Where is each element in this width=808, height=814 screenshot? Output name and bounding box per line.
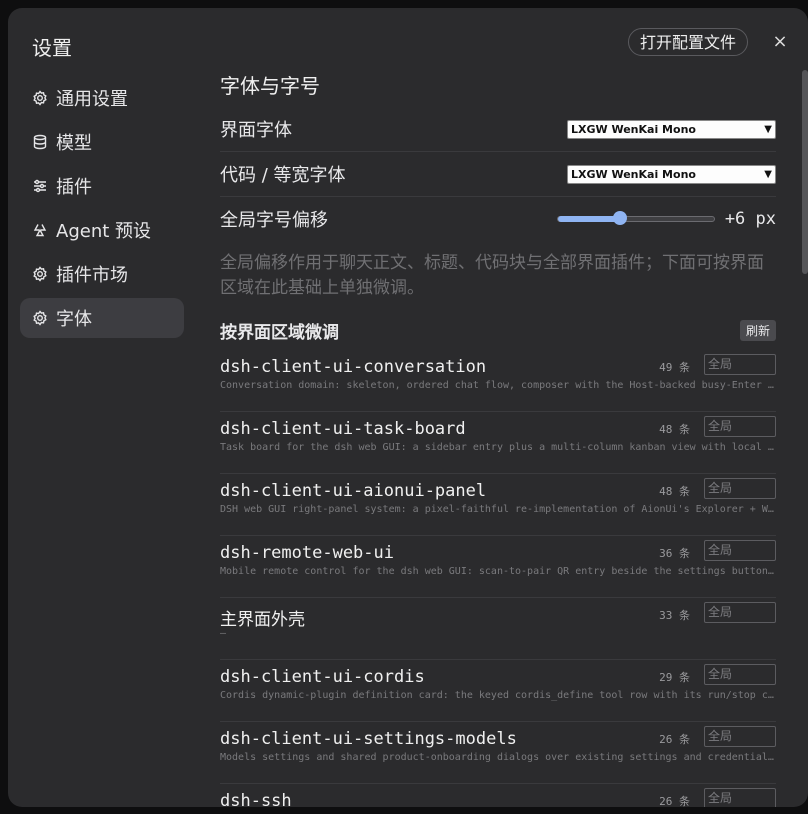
sidebar-item-label: Agent 预设 (56, 221, 152, 242)
plugin-offset-input[interactable]: 全局 (704, 788, 776, 807)
main-panel: 字体与字号 界面字体 LXGW WenKai Mono ▼ 代码 / 等宽字体 … (220, 64, 776, 807)
plugin-offset-input[interactable]: 全局 (704, 416, 776, 437)
section-title: 字体与字号 (220, 74, 320, 98)
plugin-row: dsh-remote-web-ui Mobile remote control f… (220, 537, 776, 598)
plugin-count: 29 条 (659, 671, 690, 684)
code-font-row: 代码 / 等宽字体 LXGW WenKai Mono ▼ (220, 152, 776, 197)
ui-font-row: 界面字体 LXGW WenKai Mono ▼ (220, 107, 776, 152)
plugin-row: dsh-ssh 26 条 全局 (220, 785, 776, 807)
offset-label: 全局字号偏移 (220, 210, 328, 231)
plugin-count: 33 条 (659, 609, 690, 622)
plugin-row: dsh-client-ui-cordis Cordis dynamic-plugi… (220, 661, 776, 722)
offset-row: 全局字号偏移 +6 px (220, 197, 776, 241)
slider-thumb[interactable] (613, 211, 628, 225)
plugin-count: 49 条 (659, 361, 690, 374)
plugin-row: 主界面外壳 — 33 条 全局 (220, 599, 776, 660)
plugin-offset-input[interactable]: 全局 (704, 478, 776, 499)
close-icon[interactable]: × (770, 32, 790, 52)
plugin-count: 26 条 (659, 795, 690, 807)
offset-description: 全局偏移作用于聊天正文、标题、代码块与全部界面插件；下面可按界面区域在此基础上单… (220, 253, 764, 298)
plugin-description: Task board for the dsh web GUI: a sideba… (220, 442, 776, 453)
sidebar: 通用设置 模型 插件 Agent 预设 插件市场 字体 (20, 78, 184, 342)
plugin-offset-input[interactable]: 全局 (704, 602, 776, 623)
plugin-description: Models settings and shared product-onboa… (220, 752, 776, 763)
plugin-name: dsh-client-ui-cordis (220, 667, 425, 687)
plugin-row: dsh-client-ui-task-board Task board for t… (220, 413, 776, 474)
ui-font-value: LXGW WenKai Mono (571, 122, 696, 136)
open-config-button[interactable]: 打开配置文件 (628, 28, 749, 56)
code-font-value: LXGW WenKai Mono (571, 167, 696, 181)
slider-fill (557, 216, 621, 222)
sidebar-item-fonts[interactable]: 字体 (20, 298, 184, 338)
ui-font-label: 界面字体 (220, 120, 292, 141)
chevron-down-icon: ▼ (764, 168, 772, 180)
code-font-select[interactable]: LXGW WenKai Mono ▼ (567, 164, 776, 184)
plugin-count: 48 条 (659, 485, 690, 498)
gear-icon (32, 310, 48, 326)
plugin-name: dsh-client-ui-task-board (220, 419, 466, 439)
plugin-count: 36 条 (659, 547, 690, 560)
chevron-down-icon: ▼ (764, 123, 772, 135)
offset-slider[interactable] (556, 211, 715, 225)
sidebar-item-label: 字体 (56, 309, 92, 330)
recycle-icon (32, 222, 48, 238)
plugin-description: DSH web GUI right-panel system: a pixel-… (220, 504, 776, 515)
code-font-label: 代码 / 等宽字体 (220, 165, 346, 186)
plugin-offset-input[interactable]: 全局 (704, 726, 776, 747)
plugin-name: dsh-remote-web-ui (220, 543, 394, 563)
sidebar-item-plugin-market[interactable]: 插件市场 (20, 254, 184, 294)
sidebar-item-label: 通用设置 (56, 89, 128, 110)
sidebar-item-models[interactable]: 模型 (20, 122, 184, 162)
sidebar-item-label: 插件 (56, 177, 92, 198)
sidebar-item-label: 模型 (56, 133, 92, 154)
plugin-offset-input[interactable]: 全局 (704, 354, 776, 375)
offset-value: +6 px (724, 209, 776, 229)
plugin-description: — (220, 628, 227, 639)
plugin-count: 48 条 (659, 423, 690, 436)
refresh-button[interactable]: 刷新 (739, 319, 776, 341)
database-icon (32, 134, 48, 150)
gear-icon (32, 266, 48, 282)
plugin-offset-input[interactable]: 全局 (704, 664, 776, 685)
plugin-name: dsh-client-ui-conversation (220, 357, 487, 377)
scrollbar[interactable] (802, 70, 808, 274)
plugin-count: 26 条 (659, 733, 690, 746)
dialog-title: 设置 (32, 36, 72, 60)
plugin-name: dsh-ssh (220, 791, 292, 807)
offset-control: +6 px (556, 209, 776, 229)
settings-dialog: 设置 打开配置文件 × 通用设置 模型 插件 Agent 预设 插件市场 字体 … (8, 8, 808, 807)
gear-icon (32, 90, 48, 106)
area-title: 按界面区域微调 (220, 322, 339, 343)
plugin-list: dsh-client-ui-conversation Conversation d… (220, 351, 776, 807)
ui-font-select[interactable]: LXGW WenKai Mono ▼ (567, 119, 776, 139)
plugin-name: 主界面外壳 (220, 610, 305, 630)
plugin-description: Conversation domain: skeleton, ordered c… (220, 380, 776, 391)
plugin-name: dsh-client-ui-settings-models (220, 729, 517, 749)
area-header: 按界面区域微调 刷新 (220, 317, 776, 343)
sidebar-item-label: 插件市场 (56, 265, 128, 286)
sidebar-item-plugins[interactable]: 插件 (20, 166, 184, 206)
plugin-row: dsh-client-ui-aionui-panel DSH web GUI ri… (220, 475, 776, 536)
plugin-row: dsh-client-ui-settings-models Models sett… (220, 723, 776, 784)
plugin-row: dsh-client-ui-conversation Conversation d… (220, 351, 776, 412)
plugin-description: Mobile remote control for the dsh web GU… (220, 566, 776, 577)
plugin-name: dsh-client-ui-aionui-panel (220, 481, 487, 501)
sidebar-item-agent-presets[interactable]: Agent 预设 (20, 210, 184, 250)
sidebar-item-general[interactable]: 通用设置 (20, 78, 184, 118)
plugin-offset-input[interactable]: 全局 (704, 540, 776, 561)
sliders-icon (32, 178, 48, 194)
plugin-description: Cordis dynamic-plugin definition card: t… (220, 690, 776, 701)
